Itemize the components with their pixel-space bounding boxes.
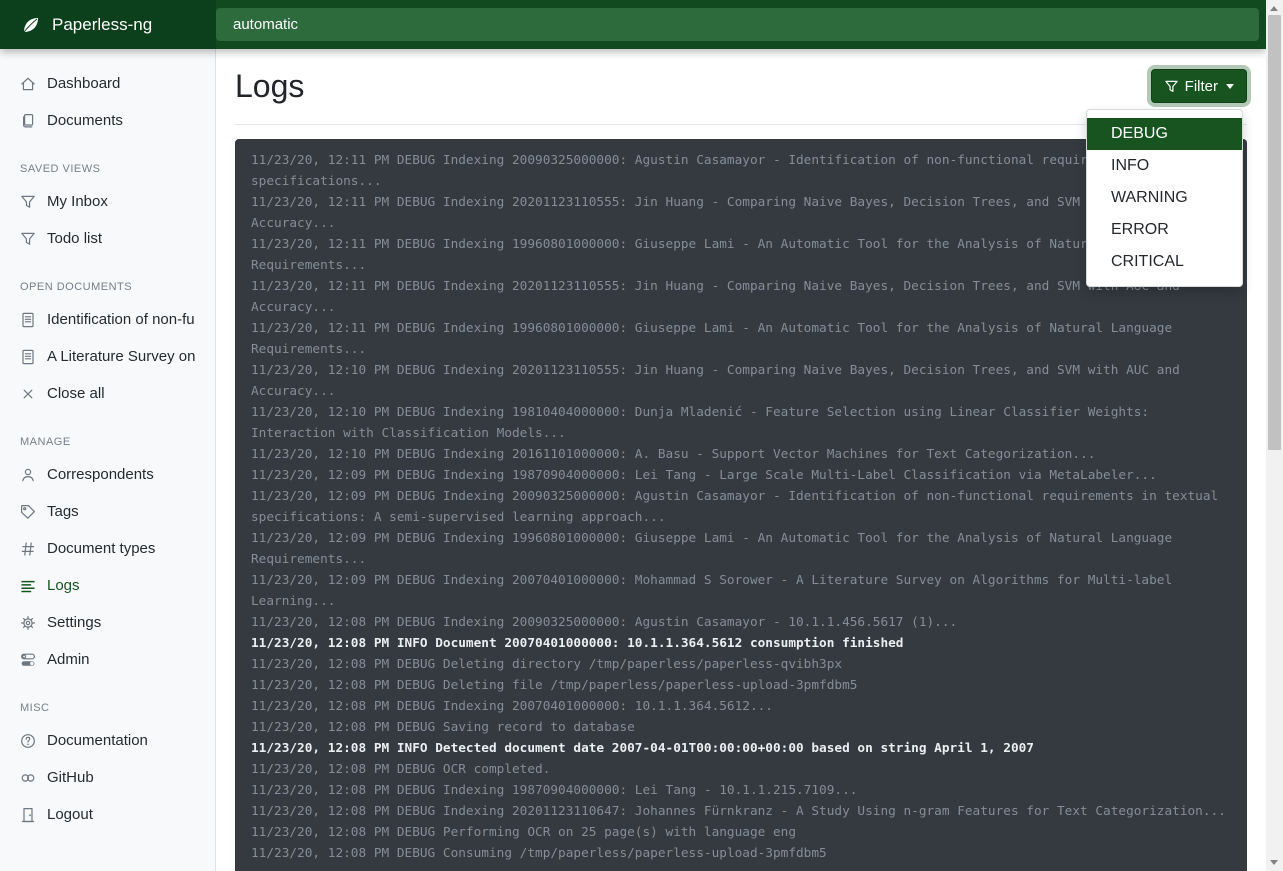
sidebar-item-my-inbox[interactable]: My Inbox <box>0 183 215 220</box>
sidebar-item-dashboard[interactable]: Dashboard <box>0 65 215 102</box>
log-line: 11/23/20, 12:08 PM DEBUG Indexing 198709… <box>251 780 1231 801</box>
sidebar-item-label: Documents <box>47 112 123 129</box>
log-line: 11/23/20, 12:08 PM DEBUG Deleting file /… <box>251 675 1231 696</box>
sidebar-item-label: My Inbox <box>47 193 108 210</box>
filter-dropdown-menu: DEBUGINFOWARNINGERRORCRITICAL <box>1086 109 1243 287</box>
person-icon <box>20 467 36 483</box>
sidebar-item-label: GitHub <box>47 769 94 786</box>
hash-icon <box>20 541 36 557</box>
log-line: 11/23/20, 12:08 PM DEBUG Indexing 200903… <box>251 612 1231 633</box>
files-icon <box>20 113 36 129</box>
sidebar-item-label: Documentation <box>47 732 148 749</box>
sidebar-item-label: Admin <box>47 651 90 668</box>
brand[interactable]: Paperless-ng <box>0 0 216 49</box>
log-line: 11/23/20, 12:08 PM DEBUG Indexing 200704… <box>251 696 1231 717</box>
sidebar: Dashboard Documents SAVED VIEWS My Inbox Tod… <box>0 49 216 871</box>
sidebar-item-settings[interactable]: Settings <box>0 604 215 641</box>
log-line: 11/23/20, 12:09 PM DEBUG Indexing 200903… <box>251 486 1231 528</box>
sidebar-item-label: Dashboard <box>47 75 120 92</box>
sidebar-item-label: Logout <box>47 806 93 823</box>
sidebar-item-documents[interactable]: Documents <box>0 102 215 139</box>
file-text-icon <box>20 312 36 328</box>
dropdown-item-debug[interactable]: DEBUG <box>1087 118 1242 150</box>
log-line: 11/23/20, 12:09 PM DEBUG Indexing 199608… <box>251 528 1231 570</box>
log-line: 11/23/20, 12:08 PM INFO Document 2007040… <box>251 633 1231 654</box>
sidebar-item-todo-list[interactable]: Todo list <box>0 220 215 257</box>
log-line: 11/23/20, 12:10 PM DEBUG Indexing 198104… <box>251 402 1231 444</box>
log-line: 11/23/20, 12:11 PM DEBUG Indexing 202011… <box>251 192 1231 234</box>
log-line: 11/23/20, 12:11 PM DEBUG Indexing 200903… <box>251 150 1231 192</box>
log-line: 11/23/20, 12:11 PM DEBUG Indexing 202011… <box>251 276 1231 318</box>
app-window: Paperless-ng Dashboard Documents SAVED VIE… <box>0 0 1283 871</box>
caret-down-icon <box>1226 84 1234 89</box>
dropdown-item-info[interactable]: INFO <box>1087 150 1242 182</box>
funnel-icon <box>20 231 36 247</box>
scrollbar-up-arrow-icon[interactable] <box>1270 6 1278 11</box>
log-line: 11/23/20, 12:11 PM DEBUG Indexing 199608… <box>251 234 1231 276</box>
sidebar-item-correspondents[interactable]: Correspondents <box>0 456 215 493</box>
funnel-icon <box>20 194 36 210</box>
sidebar-item-label: Settings <box>47 614 101 631</box>
toggles-icon <box>20 652 36 668</box>
sidebar-item-label: Correspondents <box>47 466 154 483</box>
log-line: 11/23/20, 12:08 PM INFO Detected documen… <box>251 738 1231 759</box>
scrollbar-thumb[interactable] <box>1268 15 1281 450</box>
leaf-logo-icon <box>20 14 42 36</box>
sidebar-item-identification-of-non-fu[interactable]: Identification of non-fu... <box>0 301 215 338</box>
sidebar-section-title: MISC <box>0 678 215 722</box>
sidebar-section-title: MANAGE <box>0 412 215 456</box>
brand-title: Paperless-ng <box>52 15 152 35</box>
door-icon <box>20 807 36 823</box>
sidebar-item-document-types[interactable]: Document types <box>0 530 215 567</box>
log-line: 11/23/20, 12:08 PM DEBUG Performing OCR … <box>251 822 1231 843</box>
sidebar-item-github[interactable]: GitHub <box>0 759 215 796</box>
log-line: 11/23/20, 12:11 PM DEBUG Indexing 199608… <box>251 318 1231 360</box>
house-icon <box>20 76 36 92</box>
sidebar-item-label: Close all <box>47 385 105 402</box>
scrollbar-down-arrow-icon[interactable] <box>1270 860 1278 865</box>
page-scrollbar[interactable] <box>1266 0 1283 871</box>
log-line: 11/23/20, 12:10 PM DEBUG Indexing 201611… <box>251 444 1231 465</box>
log-line: 11/23/20, 12:09 PM DEBUG Indexing 198709… <box>251 465 1231 486</box>
funnel-icon <box>1164 79 1179 94</box>
sidebar-item-label: Logs <box>47 577 80 594</box>
log-line: 11/23/20, 12:08 PM DEBUG Saving record t… <box>251 717 1231 738</box>
sidebar-item-admin[interactable]: Admin <box>0 641 215 678</box>
filter-button[interactable]: Filter <box>1151 69 1247 103</box>
sidebar-item-logs[interactable]: Logs <box>0 567 215 604</box>
sidebar-item-label: Todo list <box>47 230 102 247</box>
sidebar-item-close-all[interactable]: Close all <box>0 375 215 412</box>
file-text-icon <box>20 349 36 365</box>
sidebar-item-label: A Literature Survey on ... <box>47 348 195 365</box>
sidebar-item-logout[interactable]: Logout <box>0 796 215 833</box>
dropdown-item-critical[interactable]: CRITICAL <box>1087 246 1242 278</box>
gear-icon <box>20 615 36 631</box>
link-icon <box>20 770 36 786</box>
page-header: Logs Filter <box>216 49 1266 106</box>
sidebar-item-a-literature-survey-on[interactable]: A Literature Survey on ... <box>0 338 215 375</box>
list-icon <box>20 578 36 594</box>
log-line: 11/23/20, 12:08 PM DEBUG Deleting direct… <box>251 654 1231 675</box>
sidebar-item-tags[interactable]: Tags <box>0 493 215 530</box>
top-navbar: Paperless-ng <box>0 0 1266 49</box>
page-title: Logs <box>235 66 304 106</box>
tag-icon <box>20 504 36 520</box>
sidebar-item-documentation[interactable]: Documentation <box>0 722 215 759</box>
log-line: 11/23/20, 12:08 PM DEBUG Indexing 202011… <box>251 801 1231 822</box>
global-search-input[interactable] <box>216 8 1259 41</box>
sidebar-section-title: SAVED VIEWS <box>0 139 215 183</box>
dropdown-item-warning[interactable]: WARNING <box>1087 182 1242 214</box>
log-line: 11/23/20, 12:08 PM DEBUG OCR completed. <box>251 759 1231 780</box>
log-line: 11/23/20, 12:10 PM DEBUG Indexing 202011… <box>251 360 1231 402</box>
filter-button-label: Filter <box>1185 78 1218 95</box>
close-icon <box>20 386 36 402</box>
question-circle-icon <box>20 733 36 749</box>
sidebar-item-label: Identification of non-fu... <box>47 311 195 328</box>
log-line: 11/23/20, 12:09 PM DEBUG Indexing 200704… <box>251 570 1231 612</box>
log-line: 11/23/20, 12:08 PM DEBUG Consuming /tmp/… <box>251 843 1231 864</box>
sidebar-item-label: Tags <box>47 503 79 520</box>
sidebar-section-title: OPEN DOCUMENTS <box>0 257 215 301</box>
sidebar-item-label: Document types <box>47 540 155 557</box>
dropdown-item-error[interactable]: ERROR <box>1087 214 1242 246</box>
